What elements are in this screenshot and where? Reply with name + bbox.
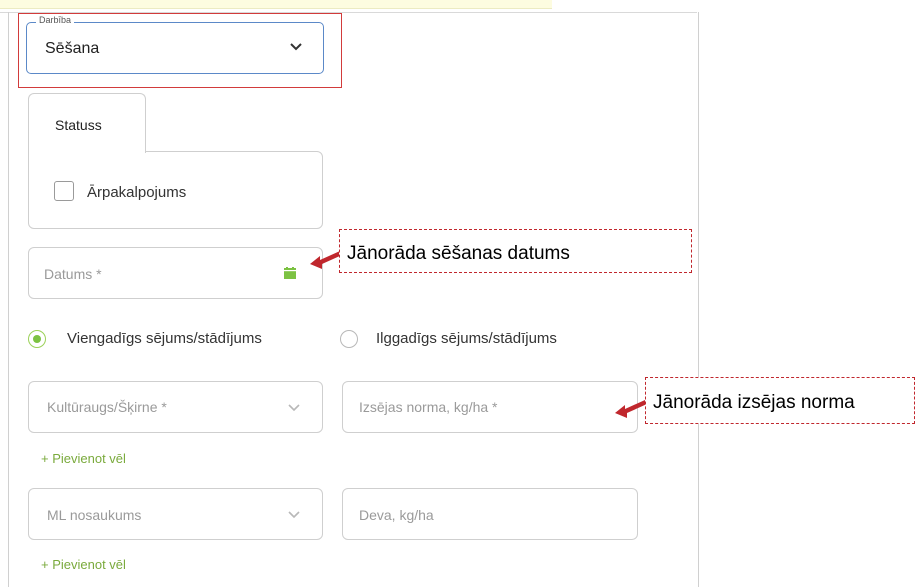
fertilizer-placeholder: ML nosaukums [47,507,142,523]
arrow-left-icon [615,400,647,418]
activity-legend: Darbība [36,15,75,25]
add-more-crop-link[interactable]: + Pievienot vēl [41,451,126,466]
chevron-down-icon [290,43,302,51]
outsourcing-label: Ārpakalpojums [87,184,187,201]
radio-perennial[interactable] [340,330,358,348]
date-callout-text: Jānorāda sēšanas datums [347,243,570,264]
tab-status-label: Statuss [55,117,102,133]
radio-annual-label: Viengadīgs sējums/stādījums [67,330,262,347]
crop-placeholder: Kultūraugs/Šķirne * [47,399,167,415]
radio-annual[interactable] [28,330,46,348]
add-more-fertilizer-link[interactable]: + Pievienot vēl [41,557,126,572]
chevron-down-icon [288,511,300,519]
activity-value: Sēšana [45,40,100,57]
calendar-icon [284,267,296,279]
top-strip [0,0,552,9]
dose-placeholder: Deva, kg/ha [359,507,434,523]
radio-perennial-label: Ilggadīgs sējums/stādījums [376,330,557,347]
seeding-rate-placeholder: Izsējas norma, kg/ha * [359,399,498,415]
chevron-down-icon [288,404,300,412]
rate-callout-text: Jānorāda izsējas norma [653,392,855,413]
date-placeholder: Datums * [44,266,102,282]
outsourcing-checkbox[interactable] [54,181,74,201]
